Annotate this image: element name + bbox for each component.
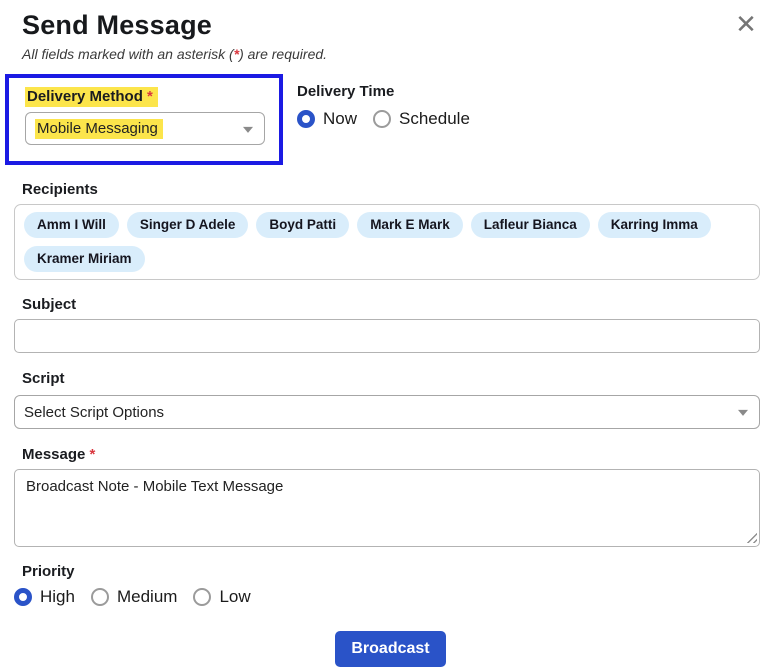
delivery-method-value: Mobile Messaging	[35, 119, 163, 139]
radio-medium[interactable]	[91, 588, 109, 606]
delivery-time-label: Delivery Time	[297, 83, 486, 100]
message-textarea[interactable]: Broadcast Note - Mobile Text Message	[14, 469, 760, 547]
recipients-label: Recipients	[22, 181, 98, 198]
priority-label: Priority	[22, 563, 75, 580]
radio-now-label: Now	[323, 109, 357, 129]
recipients-input[interactable]: Amm I Will Singer D Adele Boyd Patti Mar…	[14, 204, 760, 280]
radio-low[interactable]	[193, 588, 211, 606]
radio-high-label: High	[40, 587, 75, 607]
recipients-section: Recipients Amm I Will Singer D Adele Boy…	[0, 181, 781, 280]
radio-low-label: Low	[219, 587, 250, 607]
message-label: Message *	[22, 446, 95, 463]
radio-schedule-label: Schedule	[399, 109, 470, 129]
script-select-value: Select Script Options	[24, 404, 164, 421]
asterisk: *	[90, 446, 96, 463]
close-icon[interactable]: ✕	[731, 10, 761, 40]
subject-section: Subject	[0, 296, 781, 353]
delivery-row: Delivery Method * Mobile Messaging Deliv…	[0, 74, 781, 165]
recipient-chip[interactable]: Lafleur Bianca	[471, 212, 590, 238]
delivery-method-select[interactable]: Mobile Messaging	[25, 112, 265, 145]
radio-high[interactable]	[14, 588, 32, 606]
script-select[interactable]: Select Script Options	[14, 395, 760, 429]
recipient-chip[interactable]: Karring Imma	[598, 212, 711, 238]
send-message-dialog: Send Message All fields marked with an a…	[0, 0, 781, 624]
script-label: Script	[22, 370, 65, 387]
chevron-down-icon	[243, 126, 253, 132]
subject-input[interactable]	[14, 319, 760, 353]
delivery-time-group: Delivery Time Now Schedule	[297, 74, 486, 129]
page-title: Send Message	[22, 10, 781, 41]
delivery-method-label: Delivery Method *	[25, 88, 265, 105]
radio-now[interactable]	[297, 110, 315, 128]
recipient-chip[interactable]: Amm I Will	[24, 212, 119, 238]
recipient-chip[interactable]: Singer D Adele	[127, 212, 249, 238]
message-section: Message * Broadcast Note - Mobile Text M…	[0, 446, 781, 547]
radio-medium-label: Medium	[117, 587, 177, 607]
subject-label: Subject	[22, 296, 76, 313]
asterisk: *	[147, 88, 153, 105]
broadcast-button[interactable]: Broadcast	[335, 631, 445, 667]
priority-section: Priority High Medium Low	[0, 563, 781, 607]
recipient-chip[interactable]: Kramer Miriam	[24, 246, 145, 272]
required-fields-note: All fields marked with an asterisk (*) a…	[22, 46, 781, 62]
delivery-method-highlight-box: Delivery Method * Mobile Messaging	[5, 74, 283, 165]
dialog-footer: Broadcast	[0, 631, 781, 667]
script-section: Script Select Script Options	[0, 370, 781, 429]
chevron-down-icon	[738, 410, 748, 416]
recipient-chip[interactable]: Boyd Patti	[256, 212, 349, 238]
radio-schedule[interactable]	[373, 110, 391, 128]
recipient-chip[interactable]: Mark E Mark	[357, 212, 463, 238]
